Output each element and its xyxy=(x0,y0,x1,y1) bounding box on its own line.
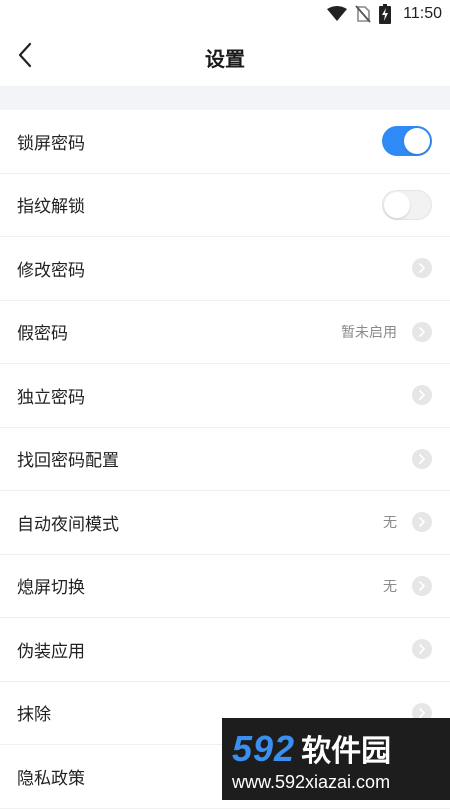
settings-list: 锁屏密码 指纹解锁 修改密码 假密码 暂未启用 独立密码 找回密码配置 自动夜间模式无熄屏切换… xyxy=(0,110,450,809)
chevron-right-icon xyxy=(412,575,432,596)
settings-row[interactable]: 熄屏切换 无 xyxy=(0,555,450,618)
settings-row-label: 修改密码 xyxy=(17,260,85,281)
settings-row-label: 假密码 xyxy=(17,324,68,345)
settings-row[interactable]: 找回密码配置 xyxy=(0,428,450,491)
settings-row[interactable]: 独立密码 xyxy=(0,364,450,428)
wifi-icon xyxy=(327,6,348,22)
page-title: 设置 xyxy=(205,46,245,71)
settings-row-value: 无 xyxy=(383,515,397,532)
status-bar: 11:50 xyxy=(0,0,450,28)
toggle-knob xyxy=(404,128,430,155)
settings-row[interactable]: 指纹解锁 xyxy=(0,174,450,237)
section-divider xyxy=(0,86,450,110)
settings-row-value: 暂未启用 xyxy=(341,324,397,341)
chevron-right-icon xyxy=(412,258,432,279)
settings-row-label: 指纹解锁 xyxy=(17,197,85,218)
settings-row[interactable]: 假密码 暂未启用 xyxy=(0,301,450,364)
settings-row-label: 找回密码配置 xyxy=(17,451,119,472)
settings-row-label: 自动夜间模式 xyxy=(17,514,119,535)
chevron-right-icon xyxy=(412,639,432,660)
settings-row-label: 伪装应用 xyxy=(17,641,85,662)
chevron-right-icon xyxy=(412,385,432,406)
watermark-url: www.592xiazai.com xyxy=(232,772,391,792)
app-bar: 设置 xyxy=(0,28,450,86)
settings-row-label: 熄屏切换 xyxy=(17,578,85,599)
watermark-number: 592 xyxy=(232,728,296,769)
settings-toggle[interactable] xyxy=(382,126,432,157)
no-sim-icon xyxy=(355,5,371,23)
toggle-knob xyxy=(384,191,410,218)
settings-row[interactable]: 锁屏密码 xyxy=(0,110,450,174)
status-time: 11:50 xyxy=(403,5,442,22)
battery-charging-icon xyxy=(379,4,392,24)
settings-row[interactable]: 自动夜间模式 无 xyxy=(0,491,450,555)
chevron-right-icon xyxy=(412,321,432,342)
watermark-name: 软件园 xyxy=(301,734,392,769)
settings-row-label: 独立密码 xyxy=(17,387,85,408)
settings-toggle[interactable] xyxy=(382,189,432,220)
settings-row[interactable]: 伪装应用 xyxy=(0,618,450,682)
settings-row-label: 锁屏密码 xyxy=(17,133,85,154)
chevron-left-icon xyxy=(17,42,33,72)
settings-row[interactable]: 修改密码 xyxy=(0,237,450,301)
watermark: 592 软件园 www.592xiazai.com xyxy=(222,718,450,800)
chevron-right-icon xyxy=(412,448,432,469)
chevron-right-icon xyxy=(412,512,432,533)
settings-row-value: 无 xyxy=(383,578,397,595)
back-button[interactable] xyxy=(10,42,40,72)
